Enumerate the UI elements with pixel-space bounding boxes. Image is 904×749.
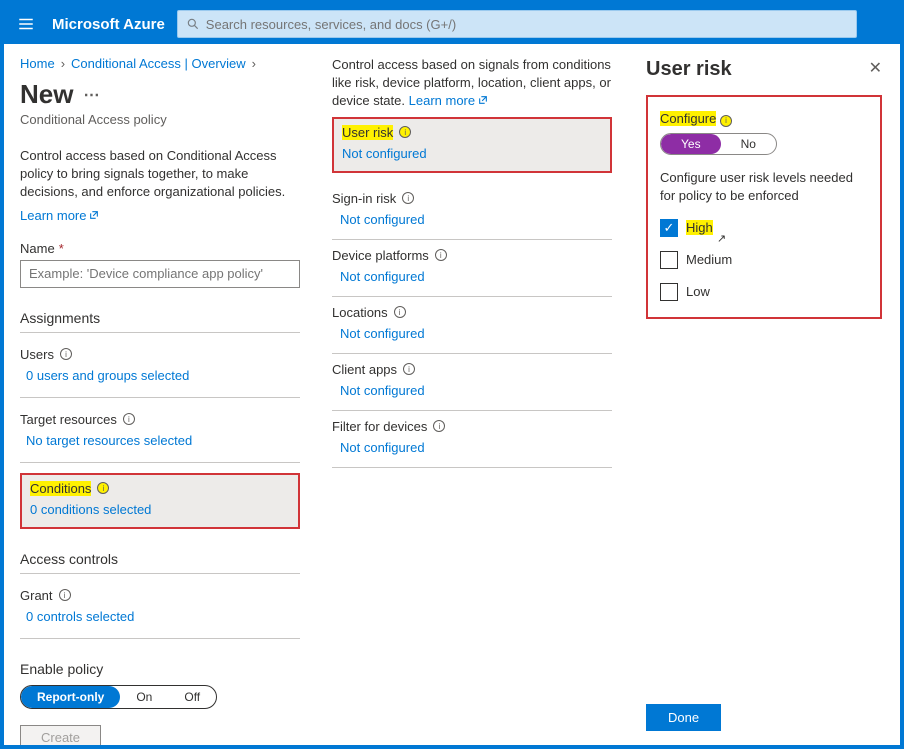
risk-medium-label: Medium xyxy=(686,252,732,267)
breadcrumb: Home › Conditional Access | Overview › xyxy=(20,56,300,71)
checkbox-low[interactable] xyxy=(660,283,678,301)
chevron-right-icon: › xyxy=(252,56,256,71)
device-platforms-row[interactable]: Device platforms i Not configured xyxy=(332,240,612,297)
users-value-link[interactable]: 0 users and groups selected xyxy=(20,368,189,383)
conditions-description: Control access based on signals from con… xyxy=(332,56,612,111)
assignments-heading: Assignments xyxy=(20,310,300,333)
locations-row[interactable]: Locations i Not configured xyxy=(332,297,612,354)
breadcrumb-conditional-access[interactable]: Conditional Access | Overview xyxy=(71,56,246,71)
risk-high-label: High xyxy=(686,220,713,235)
toggle-off[interactable]: Off xyxy=(168,686,216,708)
user-risk-value[interactable]: Not configured xyxy=(342,146,427,161)
filter-devices-value[interactable]: Not configured xyxy=(332,440,425,455)
info-icon[interactable]: i xyxy=(403,363,415,375)
search-input[interactable] xyxy=(206,17,848,32)
user-risk-row-selected[interactable]: User risk i Not configured xyxy=(332,117,612,173)
enable-policy-label: Enable policy xyxy=(20,661,300,677)
learn-more-link[interactable]: Learn more xyxy=(20,208,99,223)
locations-label: Locations xyxy=(332,305,388,320)
name-label: Name * xyxy=(20,241,300,256)
more-actions-icon[interactable]: ⋯ xyxy=(83,85,99,105)
create-button[interactable]: Create xyxy=(20,725,101,745)
policy-description: Control access based on Conditional Acce… xyxy=(20,147,300,202)
client-apps-label: Client apps xyxy=(332,362,397,377)
user-risk-panel: ✕ User risk Configure i Yes No Configure… xyxy=(628,44,900,745)
learn-more-text: Learn more xyxy=(20,208,86,223)
device-platforms-label: Device platforms xyxy=(332,248,429,263)
signin-risk-label: Sign-in risk xyxy=(332,191,396,206)
filter-devices-row[interactable]: Filter for devices i Not configured xyxy=(332,411,612,468)
external-link-icon xyxy=(89,210,99,220)
done-button[interactable]: Done xyxy=(646,704,721,731)
page-title-text: New xyxy=(20,79,73,110)
external-link-icon xyxy=(478,95,488,105)
risk-low-row[interactable]: Low xyxy=(660,283,868,301)
target-resources-value-link[interactable]: No target resources selected xyxy=(20,433,192,448)
checkbox-high[interactable]: ✓ xyxy=(660,219,678,237)
info-icon[interactable]: i xyxy=(435,249,447,261)
users-label: Usersi xyxy=(20,347,300,362)
signin-risk-value[interactable]: Not configured xyxy=(332,212,425,227)
page-subtitle: Conditional Access policy xyxy=(20,112,300,127)
close-icon[interactable]: ✕ xyxy=(869,58,882,78)
info-icon[interactable]: i xyxy=(60,348,72,360)
conditions-learn-more-link[interactable]: Learn more xyxy=(409,93,488,108)
conditions-label: Conditions xyxy=(30,481,91,496)
info-icon[interactable]: i xyxy=(720,115,732,127)
locations-value[interactable]: Not configured xyxy=(332,326,425,341)
conditions-value-link[interactable]: 0 conditions selected xyxy=(30,502,151,517)
info-icon[interactable]: i xyxy=(123,413,135,425)
configure-toggle[interactable]: Yes No xyxy=(660,133,777,155)
panel-title: User risk xyxy=(646,58,882,81)
user-risk-label: User risk xyxy=(342,125,393,140)
grant-value-link[interactable]: 0 controls selected xyxy=(20,609,134,624)
info-icon[interactable]: i xyxy=(402,192,414,204)
brand-label: Microsoft Azure xyxy=(52,16,165,33)
client-apps-value[interactable]: Not configured xyxy=(332,383,425,398)
access-controls-heading: Access controls xyxy=(20,551,300,574)
configure-label: Configure xyxy=(660,111,716,126)
risk-levels-description: Configure user risk levels needed for po… xyxy=(660,169,868,205)
risk-low-label: Low xyxy=(686,284,710,299)
checkbox-medium[interactable] xyxy=(660,251,678,269)
configure-box: Configure i Yes No Configure user risk l… xyxy=(646,95,882,319)
toggle-on[interactable]: On xyxy=(120,686,168,708)
signin-risk-row[interactable]: Sign-in risk i Not configured xyxy=(332,183,612,240)
info-icon[interactable]: i xyxy=(433,420,445,432)
enable-policy-toggle[interactable]: Report-only On Off xyxy=(20,685,217,709)
hamburger-menu-icon[interactable] xyxy=(12,10,40,38)
configure-yes[interactable]: Yes xyxy=(661,134,721,154)
global-search[interactable] xyxy=(177,10,857,38)
risk-high-row[interactable]: ✓ High xyxy=(660,219,868,237)
toggle-report-only[interactable]: Report-only xyxy=(21,686,120,708)
chevron-right-icon: › xyxy=(61,56,65,71)
azure-top-bar: Microsoft Azure xyxy=(4,4,900,44)
target-resources-label: Target resourcesi xyxy=(20,412,300,427)
info-icon[interactable]: i xyxy=(399,126,411,138)
grant-label: Granti xyxy=(20,588,300,603)
client-apps-row[interactable]: Client apps i Not configured xyxy=(332,354,612,411)
info-icon[interactable]: i xyxy=(394,306,406,318)
risk-medium-row[interactable]: Medium xyxy=(660,251,868,269)
search-icon xyxy=(186,17,200,31)
conditions-row-selected[interactable]: Conditions i 0 conditions selected xyxy=(20,473,300,529)
policy-name-input[interactable] xyxy=(20,260,300,288)
filter-devices-label: Filter for devices xyxy=(332,419,427,434)
info-icon[interactable]: i xyxy=(59,589,71,601)
page-title: New ⋯ xyxy=(20,79,300,110)
breadcrumb-home[interactable]: Home xyxy=(20,56,55,71)
device-platforms-value[interactable]: Not configured xyxy=(332,269,425,284)
configure-no[interactable]: No xyxy=(721,134,776,154)
info-icon[interactable]: i xyxy=(97,482,109,494)
